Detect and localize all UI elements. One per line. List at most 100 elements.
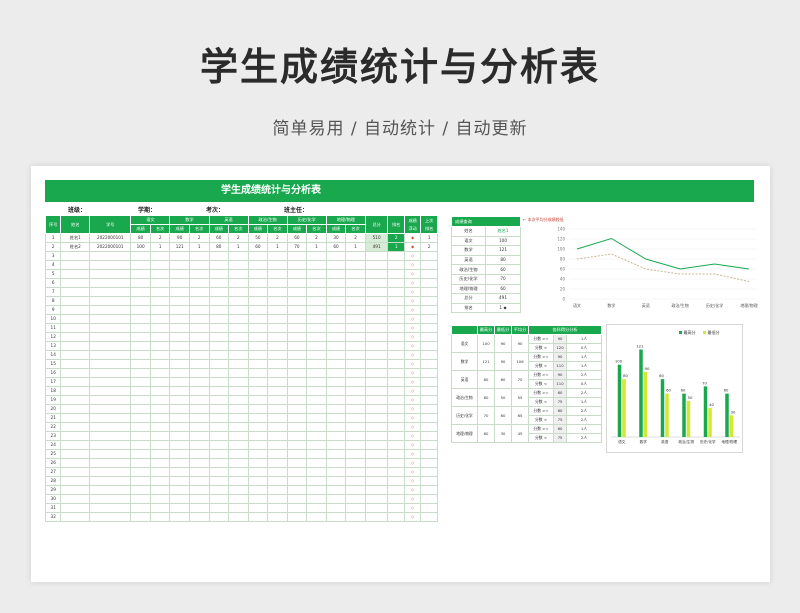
cell-empty[interactable] <box>149 467 171 477</box>
cell-empty[interactable] <box>325 458 347 468</box>
cell-empty[interactable] <box>267 440 288 450</box>
cell-empty[interactable] <box>228 431 249 441</box>
cell-empty[interactable] <box>89 476 132 486</box>
cell-empty[interactable] <box>60 260 91 270</box>
cell-empty[interactable] <box>325 512 347 522</box>
cell-empty[interactable] <box>306 368 327 378</box>
cell-empty[interactable] <box>208 467 230 477</box>
stats-band-threshold[interactable]: 60 <box>553 406 567 416</box>
cell-empty[interactable] <box>228 422 249 432</box>
cell-empty[interactable] <box>267 386 288 396</box>
cell-empty[interactable] <box>387 431 405 441</box>
cell-empty[interactable] <box>345 287 366 297</box>
cell-empty[interactable] <box>208 476 230 486</box>
cell-empty[interactable] <box>325 386 347 396</box>
stats-band-threshold[interactable]: 90 <box>553 370 567 380</box>
cell-name[interactable]: 姓名2 <box>60 242 91 252</box>
cell-empty[interactable] <box>169 359 190 369</box>
cell-empty[interactable] <box>228 395 249 405</box>
cell-name[interactable]: 姓名1 <box>60 233 91 243</box>
cell-empty[interactable] <box>130 449 151 459</box>
cell-empty[interactable] <box>325 404 347 414</box>
cell-empty[interactable] <box>325 440 347 450</box>
cell-empty[interactable] <box>286 494 308 504</box>
cell-empty[interactable] <box>188 260 210 270</box>
cell-empty[interactable] <box>228 377 249 387</box>
cell-empty[interactable] <box>387 368 405 378</box>
cell-empty[interactable] <box>169 449 190 459</box>
cell-empty[interactable] <box>306 386 327 396</box>
cell-empty[interactable] <box>267 377 288 387</box>
cell-empty[interactable] <box>188 449 210 459</box>
cell-empty[interactable] <box>306 485 327 495</box>
cell-empty[interactable] <box>364 359 389 369</box>
cell-empty[interactable] <box>387 251 405 261</box>
cell-empty[interactable] <box>247 395 269 405</box>
cell-empty[interactable] <box>364 332 389 342</box>
cell-empty[interactable] <box>149 323 171 333</box>
cell-empty[interactable] <box>228 323 249 333</box>
cell-score[interactable]: 60 <box>247 242 269 252</box>
cell-empty[interactable] <box>286 359 308 369</box>
cell-empty[interactable] <box>387 503 405 513</box>
cell-empty[interactable] <box>387 512 405 522</box>
cell-empty[interactable] <box>325 476 347 486</box>
cell-empty[interactable] <box>149 341 171 351</box>
cell-empty[interactable] <box>387 413 405 423</box>
cell-empty[interactable] <box>325 485 347 495</box>
stats-band-threshold[interactable]: 75 <box>553 433 567 443</box>
cell-empty[interactable] <box>325 260 347 270</box>
cell-empty[interactable] <box>130 413 151 423</box>
cell-empty[interactable] <box>387 296 405 306</box>
cell-empty[interactable] <box>149 386 171 396</box>
cell-empty[interactable] <box>208 458 230 468</box>
cell-empty[interactable] <box>420 368 438 378</box>
cell-empty[interactable] <box>208 404 230 414</box>
cell-empty[interactable] <box>325 431 347 441</box>
cell-empty[interactable] <box>345 449 366 459</box>
cell-empty[interactable] <box>364 341 389 351</box>
cell-empty[interactable] <box>306 440 327 450</box>
cell-empty[interactable] <box>286 287 308 297</box>
cell-empty[interactable] <box>247 278 269 288</box>
cell-empty[interactable] <box>188 494 210 504</box>
cell-empty[interactable] <box>420 476 438 486</box>
cell-empty[interactable] <box>306 296 327 306</box>
cell-empty[interactable] <box>387 449 405 459</box>
cell-empty[interactable] <box>60 494 91 504</box>
cell-empty[interactable] <box>420 503 438 513</box>
stats-band-threshold[interactable]: 120 <box>553 343 567 353</box>
cell-empty[interactable] <box>267 314 288 324</box>
cell-empty[interactable] <box>267 404 288 414</box>
cell-empty[interactable] <box>208 305 230 315</box>
cell-empty[interactable] <box>267 467 288 477</box>
cell-empty[interactable] <box>188 440 210 450</box>
cell-empty[interactable] <box>228 368 249 378</box>
cell-empty[interactable] <box>267 296 288 306</box>
cell-empty[interactable] <box>89 413 132 423</box>
cell-empty[interactable] <box>364 413 389 423</box>
cell-empty[interactable] <box>149 305 171 315</box>
cell-empty[interactable] <box>345 395 366 405</box>
cell-empty[interactable] <box>208 485 230 495</box>
cell-empty[interactable] <box>325 377 347 387</box>
cell-empty[interactable] <box>364 485 389 495</box>
cell-empty[interactable] <box>345 359 366 369</box>
cell-empty[interactable] <box>286 404 308 414</box>
cell-score[interactable]: 2 <box>149 233 171 243</box>
cell-empty[interactable] <box>228 332 249 342</box>
cell-empty[interactable] <box>267 476 288 486</box>
cell-empty[interactable] <box>228 512 249 522</box>
cell-empty[interactable] <box>169 485 190 495</box>
cell-empty[interactable] <box>286 296 308 306</box>
cell-score[interactable]: 2 <box>345 233 366 243</box>
cell-score[interactable]: 80 <box>208 242 230 252</box>
cell-empty[interactable] <box>306 314 327 324</box>
cell-empty[interactable] <box>208 386 230 396</box>
cell-empty[interactable] <box>325 296 347 306</box>
cell-empty[interactable] <box>130 386 151 396</box>
cell-empty[interactable] <box>169 251 190 261</box>
cell-empty[interactable] <box>364 458 389 468</box>
cell-empty[interactable] <box>387 350 405 360</box>
cell-empty[interactable] <box>60 485 91 495</box>
